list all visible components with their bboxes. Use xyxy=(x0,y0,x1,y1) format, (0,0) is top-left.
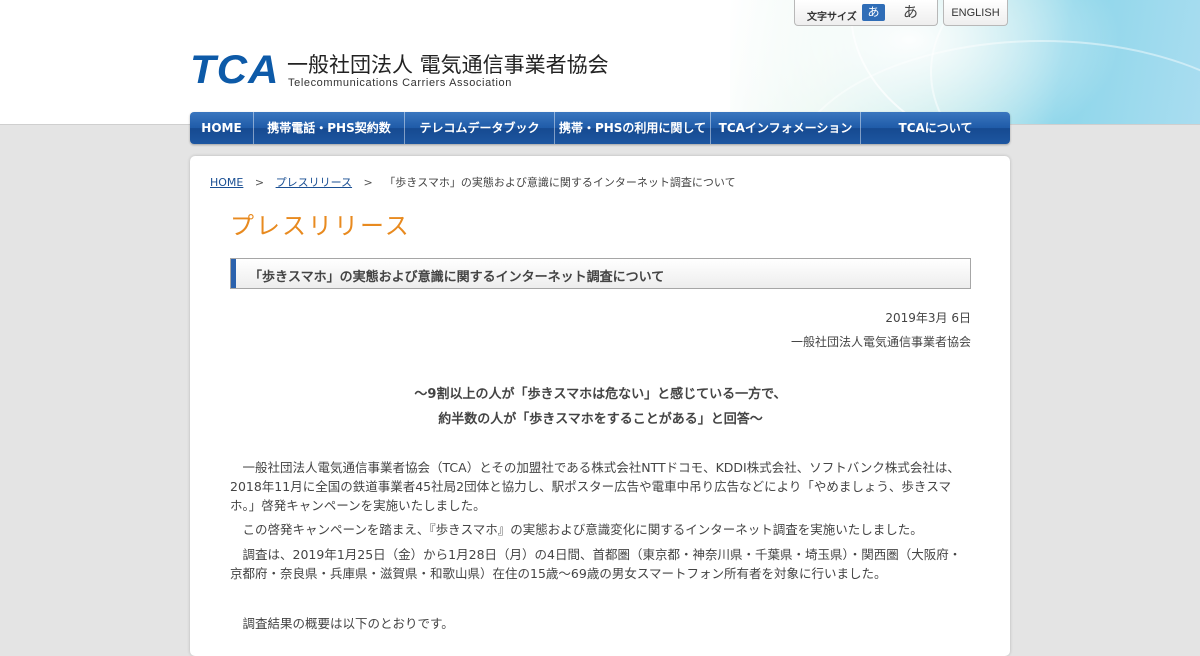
breadcrumb-current: 「歩きスマホ」の実態および意識に関するインターネット調査について xyxy=(384,176,736,189)
org-name-jp: 一般社団法人 電気通信事業者協会 xyxy=(287,53,609,77)
breadcrumb-home-link[interactable]: HOME xyxy=(210,176,243,189)
main-content: HOME > プレスリリース > 「歩きスマホ」の実態および意識に関するインター… xyxy=(190,156,1010,656)
font-size-switcher: 文字サイズ あ あ xyxy=(794,0,938,26)
nav-subscriber-counts[interactable]: 携帯電話・PHS契約数 xyxy=(254,112,405,144)
paragraph-4: 調査結果の概要は以下のとおりです。 xyxy=(242,616,454,631)
english-link[interactable]: ENGLISH xyxy=(943,0,1008,26)
nav-telecom-databook[interactable]: テレコムデータブック xyxy=(405,112,555,144)
nav-about-tca[interactable]: TCAについて xyxy=(861,112,1010,144)
breadcrumb-separator-icon: > xyxy=(363,176,373,189)
lead-line-1: ～9割以上の人が「歩きスマホは危ない」と感じている一方で、 xyxy=(414,387,787,402)
article-heading-text: 「歩きスマホ」の実態および意識に関するインターネット調査について xyxy=(249,270,665,285)
logo-mark: TCA xyxy=(190,48,280,92)
page-title: プレスリリース xyxy=(230,212,411,240)
paragraph-1: 一般社団法人電気通信事業者協会（TCA）とその加盟社である株式会社NTTドコモ、… xyxy=(230,460,960,513)
breadcrumb-section-link[interactable]: プレスリリース xyxy=(276,176,352,189)
paragraph-3: 調査は、2019年1月25日（金）から1月28日（月）の4日間、首都圏（東京都・… xyxy=(230,547,962,581)
nav-tca-information[interactable]: TCAインフォメーション xyxy=(711,112,861,144)
release-date: 2019年3月 6日 xyxy=(885,311,971,325)
breadcrumb: HOME > プレスリリース > 「歩きスマホ」の実態および意識に関するインター… xyxy=(210,174,736,190)
breadcrumb-separator-icon: > xyxy=(254,176,265,189)
site-header: TCA 一般社団法人 電気通信事業者協会 Telecommunications … xyxy=(0,0,1200,125)
font-size-small-button[interactable]: あ xyxy=(862,4,885,21)
nav-home[interactable]: HOME xyxy=(190,112,254,144)
publisher: 一般社団法人電気通信事業者協会 xyxy=(790,335,971,349)
global-nav: HOME 携帯電話・PHS契約数 テレコムデータブック 携帯・PHSの利用に関し… xyxy=(190,112,1010,144)
paragraph-2: この啓発キャンペーンを踏まえ、『歩きスマホ』の実態および意識変化に関するインター… xyxy=(242,522,923,537)
article-heading: 「歩きスマホ」の実態および意識に関するインターネット調査について xyxy=(230,258,971,289)
org-name-en: Telecommunications Carriers Association xyxy=(288,77,512,89)
font-size-label: 文字サイズ xyxy=(807,12,857,23)
heading-accent-bar xyxy=(231,259,236,288)
lead-line-2: 約半数の人が「歩きスマホをすることがある」と回答～ xyxy=(438,412,763,427)
font-size-large-button[interactable]: あ xyxy=(903,2,918,22)
nav-mobile-usage[interactable]: 携帯・PHSの利用に関して xyxy=(555,112,711,144)
